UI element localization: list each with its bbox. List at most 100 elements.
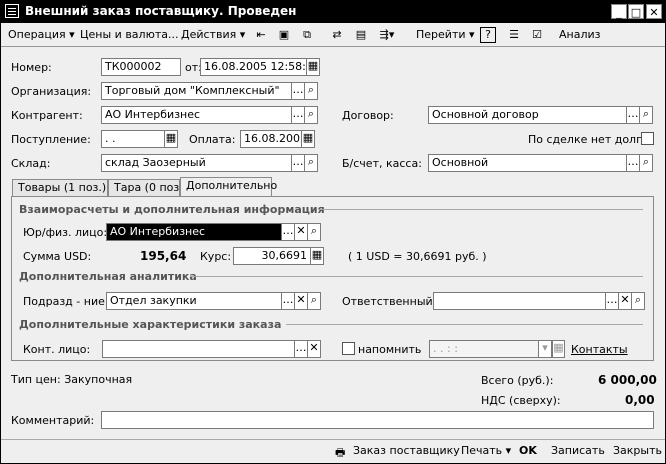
- checklist-icon[interactable]: ☑: [529, 27, 545, 42]
- remind-date-field[interactable]: . . : :: [429, 340, 539, 358]
- dept-search-icon[interactable]: ⌕: [308, 292, 321, 310]
- tab-tare[interactable]: Тара (0 поз.): [108, 179, 187, 196]
- section-divider: [190, 276, 643, 277]
- org-label: Организация:: [11, 85, 92, 98]
- menu-goto[interactable]: Перейти ▾: [416, 28, 475, 41]
- minimize-button[interactable]: _: [611, 4, 627, 19]
- post-document-icon[interactable]: ⇄: [329, 27, 345, 42]
- warehouse-select-button[interactable]: …: [292, 154, 305, 172]
- warehouse-label: Склад:: [11, 157, 51, 170]
- document-icon: [5, 4, 19, 18]
- responsible-search-icon[interactable]: ⌕: [632, 292, 645, 310]
- remind-dropdown-icon[interactable]: ▾: [539, 340, 552, 358]
- remind-checkbox[interactable]: [342, 342, 355, 355]
- number-label: Номер:: [11, 61, 52, 74]
- contractor-select-button[interactable]: …: [292, 106, 305, 124]
- total-label: Всего (руб.):: [481, 374, 554, 387]
- account-select-button[interactable]: …: [627, 154, 640, 172]
- contact-field[interactable]: [102, 340, 295, 358]
- contact-label: Конт. лицо:: [23, 343, 91, 356]
- remind-calendar-icon[interactable]: ▦: [552, 340, 565, 358]
- structure-icon[interactable]: ☰: [506, 27, 522, 42]
- account-search-icon[interactable]: ⌕: [640, 154, 653, 172]
- legal-search-icon[interactable]: ⌕: [308, 223, 321, 241]
- contract-select-button[interactable]: …: [627, 106, 640, 124]
- date-field[interactable]: 16.08.2005 12:58:27: [200, 58, 307, 76]
- legal-select-button[interactable]: …: [282, 223, 295, 241]
- ok-button[interactable]: OK: [519, 444, 537, 457]
- rate-note: ( 1 USD = 30,6691 руб. ): [348, 250, 487, 263]
- section-divider: [318, 209, 643, 210]
- warehouse-field[interactable]: склад Заозерный: [101, 154, 292, 172]
- vat-label: НДС (сверху):: [481, 394, 561, 407]
- legal-entity-field[interactable]: АО Интербизнес: [106, 223, 282, 241]
- print-menu-button[interactable]: Печать ▾: [461, 444, 511, 457]
- command-bar: 🖶 Заказ поставщику Печать ▾ OK Записать …: [1, 439, 665, 463]
- responsible-select-button[interactable]: …: [606, 292, 619, 310]
- receipt-field[interactable]: . .: [101, 130, 165, 148]
- tab-goods[interactable]: Товары (1 поз.): [12, 179, 108, 196]
- dept-select-button[interactable]: …: [282, 292, 295, 310]
- based-on-icon[interactable]: ⇶▾: [379, 27, 395, 42]
- dept-field[interactable]: Отдел закупки: [106, 292, 282, 310]
- price-type-label: Тип цен: Закупочная: [11, 373, 133, 386]
- org-search-icon[interactable]: ⌕: [305, 82, 318, 100]
- rate-field[interactable]: 30,6691: [233, 247, 311, 265]
- save-button[interactable]: Записать: [551, 444, 605, 457]
- receipt-label: Поступление:: [11, 133, 91, 146]
- payment-field[interactable]: 16.08.2005: [240, 130, 302, 148]
- responsible-field[interactable]: [433, 292, 606, 310]
- unpost-icon[interactable]: ▤: [353, 27, 369, 42]
- section-settlements: Взаиморасчеты и дополнительная информаци…: [19, 203, 325, 216]
- edit-icon[interactable]: ▣: [276, 27, 292, 42]
- order-print-button[interactable]: Заказ поставщику: [353, 444, 460, 457]
- remind-label: напомнить: [358, 343, 422, 356]
- menu-analysis[interactable]: Анализ: [559, 28, 601, 41]
- comment-field[interactable]: [101, 411, 654, 429]
- title-bar: Внешний заказ поставщику. Проведен _ □ ✕: [1, 1, 665, 23]
- contractor-search-icon[interactable]: ⌕: [305, 106, 318, 124]
- contract-search-icon[interactable]: ⌕: [640, 106, 653, 124]
- comment-label: Комментарий:: [11, 414, 95, 427]
- org-field[interactable]: Торговый дом "Комплексный": [101, 82, 292, 100]
- contact-select-button[interactable]: …: [295, 340, 308, 358]
- menu-prices[interactable]: Цены и валюта...: [80, 28, 178, 41]
- section-order-characteristics: Дополнительные характеристики заказа: [19, 318, 282, 331]
- sum-usd-label: Сумма USD:: [23, 250, 92, 263]
- calendar-icon[interactable]: ▦: [307, 58, 320, 76]
- insert-row-icon[interactable]: ⇤: [253, 27, 269, 42]
- receipt-calendar-icon[interactable]: ▦: [165, 130, 178, 148]
- warehouse-search-icon[interactable]: ⌕: [305, 154, 318, 172]
- dept-clear-icon[interactable]: ✕: [295, 292, 308, 310]
- maximize-button[interactable]: □: [628, 4, 644, 19]
- legal-clear-icon[interactable]: ✕: [295, 223, 308, 241]
- document-window: Внешний заказ поставщику. Проведен _ □ ✕…: [0, 0, 666, 464]
- additional-panel: Взаиморасчеты и дополнительная информаци…: [11, 196, 654, 361]
- close-window-button[interactable]: ✕: [646, 4, 662, 19]
- section-divider: [286, 324, 643, 325]
- account-field[interactable]: Основной: [428, 154, 627, 172]
- sum-usd-value: 195,64: [140, 249, 187, 263]
- org-select-button[interactable]: …: [292, 82, 305, 100]
- number-field[interactable]: ТК000002: [101, 58, 181, 76]
- contact-clear-icon[interactable]: ✕: [308, 340, 321, 358]
- legal-entity-label: Юр/физ. лицо:: [23, 226, 108, 239]
- contract-label: Договор:: [342, 109, 394, 122]
- rate-label: Курс:: [200, 250, 232, 263]
- tab-additional[interactable]: Дополнительно: [180, 177, 277, 197]
- contacts-link[interactable]: Контакты: [571, 343, 628, 356]
- copy-icon[interactable]: ⧉: [299, 27, 315, 42]
- responsible-clear-icon[interactable]: ✕: [619, 292, 632, 310]
- calculator-icon[interactable]: ▦: [311, 247, 324, 265]
- contract-field[interactable]: Основной договор: [428, 106, 627, 124]
- menu-operation[interactable]: Операция ▾: [8, 28, 75, 41]
- dept-label: Подразд - ние:: [23, 295, 109, 308]
- close-button[interactable]: Закрыть: [613, 444, 662, 457]
- contractor-field[interactable]: АО Интербизнес: [101, 106, 292, 124]
- help-icon[interactable]: ?: [480, 27, 496, 43]
- no-debt-checkbox[interactable]: [641, 132, 654, 145]
- payment-calendar-icon[interactable]: ▦: [302, 130, 315, 148]
- contractor-label: Контрагент:: [11, 109, 83, 122]
- section-analytics: Дополнительная аналитика: [19, 270, 197, 283]
- menu-actions[interactable]: Действия ▾: [181, 28, 245, 41]
